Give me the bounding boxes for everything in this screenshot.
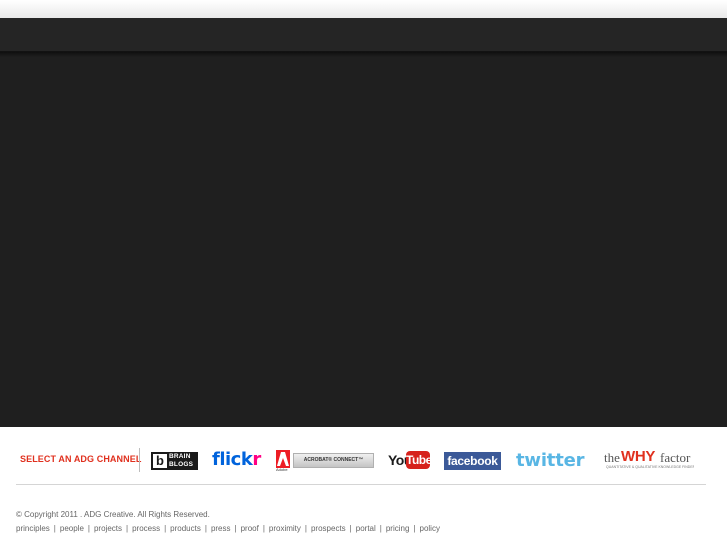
footer-nav: principles | people | projects | process | produ… [16,524,440,533]
facebook-link[interactable]: facebook [444,452,501,470]
flickr-link[interactable]: flickr [212,449,264,471]
flickr-logo: flickr [212,449,261,470]
footer-separator: | [304,524,307,533]
footer-separator: | [204,524,207,533]
footer-link-prospects[interactable]: prospects [311,524,346,533]
brain-blogs-link[interactable]: b BRAIN BLOGS [151,452,198,470]
footer-divider [16,484,706,485]
brain-blogs-mark: b [153,454,167,468]
footer-link-principles[interactable]: principles [16,524,50,533]
footer-link-pricing[interactable]: pricing [386,524,410,533]
footer-link-projects[interactable]: projects [94,524,122,533]
footer-separator: | [164,524,167,533]
content-stage [0,57,727,427]
footer-separator: | [53,524,56,533]
twitter-logo: twitter [516,450,585,471]
acrobat-connect-label: ACROBAT® CONNECT™ [293,453,374,468]
brain-blogs-text-bottom: BLOGS [169,460,194,468]
brain-blogs-text-top: BRAIN [169,453,191,460]
why-factor-logo-the: the [604,450,620,465]
why-factor-logo-factor: factor [660,450,691,465]
footer-separator: | [87,524,90,533]
flickr-logo-part2: r [252,449,261,470]
twitter-link[interactable]: twitter [516,450,590,472]
the-why-factor-link[interactable]: the WHY factor QUANTITATIVE & QUALITATIV… [604,448,694,474]
footer-link-people[interactable]: people [60,524,84,533]
brain-blogs-logo: b BRAIN BLOGS [151,452,198,470]
footer-separator: | [413,524,416,533]
youtube-logo-tube: Tube [406,451,432,469]
channel-divider [139,448,140,472]
channel-strip: SELECT AN ADG CHANNEL b BRAIN BLOGS flic… [0,440,727,480]
footer-link-policy[interactable]: policy [420,524,440,533]
adobe-acrobat-connect-link[interactable]: Adobe ACROBAT® CONNECT™ [276,450,374,472]
adobe-logo-icon [276,450,290,468]
footer-link-portal[interactable]: portal [356,524,376,533]
adobe-wordmark: Adobe [276,467,288,472]
footer-separator: | [262,524,265,533]
copyright-text: © Copyright 2011 . ADG Creative. All Rig… [16,510,210,519]
flickr-logo-part1: flick [212,449,253,470]
footer-link-press[interactable]: press [211,524,231,533]
why-factor-logo-why: WHY [621,448,656,465]
footer-separator: | [234,524,237,533]
footer-separator: | [349,524,352,533]
footer-link-products[interactable]: products [170,524,201,533]
channel-heading: SELECT AN ADG CHANNEL [20,454,142,464]
navigation-bar [0,18,727,52]
footer-separator: | [379,524,382,533]
top-gradient-band [0,0,727,18]
facebook-logo: facebook [447,454,498,468]
footer-separator: | [126,524,129,533]
why-factor-tagline: QUANTITATIVE & QUALITATIVE KNOWLEDGE FIN… [606,465,694,469]
footer-link-proof[interactable]: proof [241,524,259,533]
youtube-link[interactable]: You Tube [388,450,432,470]
footer-link-proximity[interactable]: proximity [269,524,301,533]
footer-link-process[interactable]: process [132,524,160,533]
